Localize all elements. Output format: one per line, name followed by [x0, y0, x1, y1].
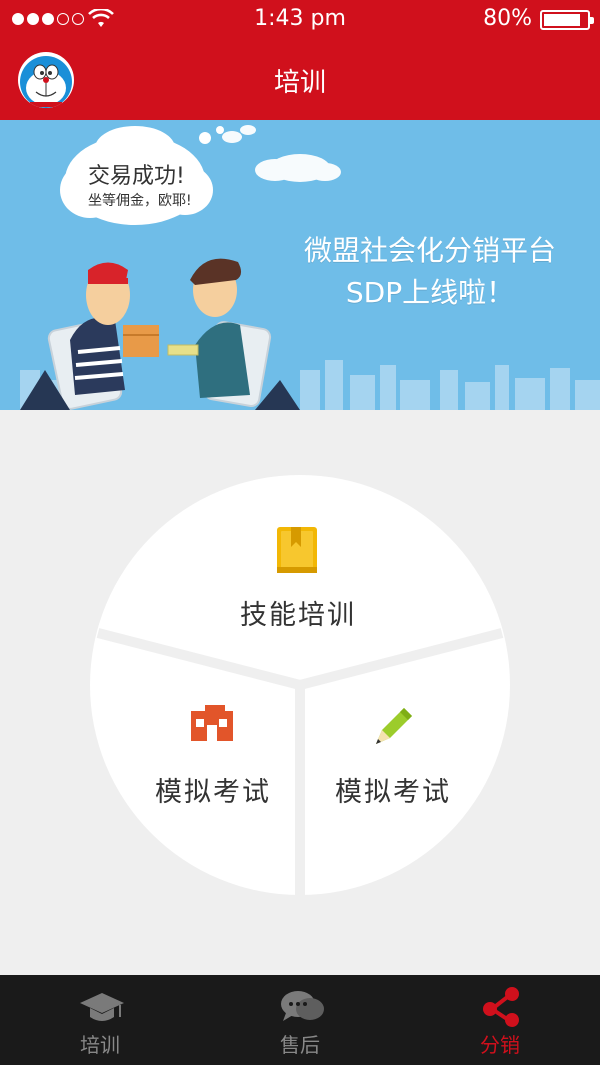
- status-bar: 1:43 pm 80%: [0, 0, 600, 40]
- bottom-tab-bar: 培训 售后 分销: [0, 975, 600, 1065]
- circular-menu: 技能培训 模拟考试 模拟考试: [90, 475, 510, 895]
- header-bar: 1:43 pm 80% 培训: [0, 0, 600, 120]
- tab-label-distribution: 分销: [480, 1033, 520, 1057]
- tab-label-training: 培训: [80, 1033, 120, 1057]
- tab-after-sales[interactable]: 售后: [200, 975, 400, 1065]
- page-title: 培训: [273, 68, 326, 98]
- tab-label-after-sales: 售后: [280, 1033, 320, 1057]
- pencil-icon: [376, 708, 412, 744]
- menu-label-skill-training: 技能培训: [240, 600, 356, 631]
- menu-item-skill-training[interactable]: 技能培训: [210, 515, 390, 665]
- building-icon: [191, 705, 233, 741]
- tab-distribution[interactable]: 分销: [400, 975, 600, 1065]
- graduation-cap-icon: [80, 993, 124, 1021]
- battery-icon: [540, 10, 594, 30]
- promo-banner[interactable]: 交易成功! 坐等佣金，欧耶! 微盟社会化分销平台 SDP上线啦！: [0, 120, 600, 410]
- menu-item-mock-exam-right[interactable]: 模拟考试: [310, 700, 490, 850]
- book-icon: [277, 527, 317, 573]
- bubble-subtitle: 坐等佣金，欧耶!: [88, 193, 192, 209]
- share-icon: [483, 987, 519, 1027]
- menu-label-mock-exam-right: 模拟考试: [335, 777, 451, 808]
- banner-headline: 微盟社会化分销平台 SDP上线啦！: [304, 230, 556, 314]
- menu-label-mock-exam-left: 模拟考试: [155, 777, 271, 808]
- battery-percentage: 80%: [483, 6, 532, 31]
- banner-headline-line1: 微盟社会化分销平台: [303, 234, 556, 267]
- tab-training[interactable]: 培训: [0, 975, 200, 1065]
- banner-headline-line2: SDP上线啦！: [345, 276, 515, 309]
- bubble-title: 交易成功!: [88, 164, 185, 189]
- chat-bubbles-icon: [281, 991, 324, 1021]
- menu-item-mock-exam-left[interactable]: 模拟考试: [130, 700, 310, 850]
